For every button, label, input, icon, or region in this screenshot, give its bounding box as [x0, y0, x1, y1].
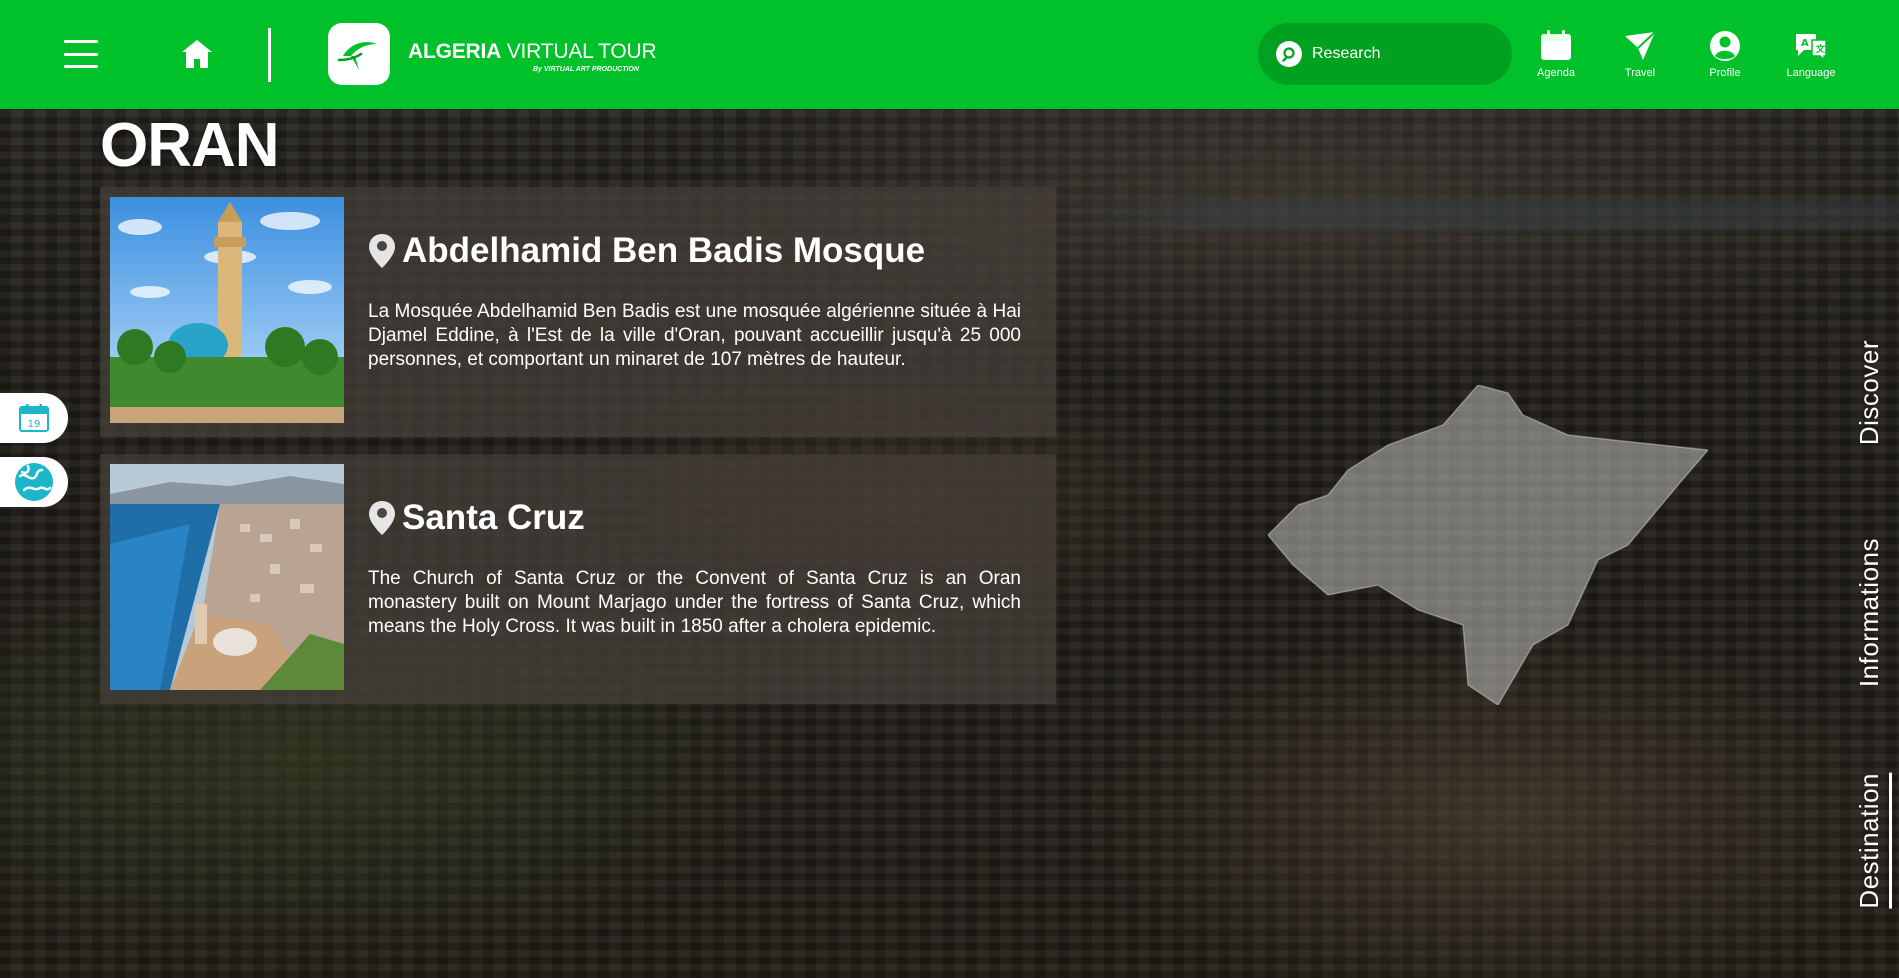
tab-destination[interactable]: Destination — [1854, 773, 1892, 909]
globe-icon — [15, 463, 53, 501]
hamburger-menu-icon[interactable] — [64, 40, 98, 68]
search-input[interactable] — [1312, 45, 1482, 63]
brand-subtitle: By VIRTUAL ART PRODUCTION — [533, 66, 639, 73]
header-divider — [268, 28, 271, 82]
globe-side-button[interactable] — [0, 457, 68, 507]
nav-travel-label: Travel — [1624, 67, 1656, 79]
nav-agenda-label: Agenda — [1537, 67, 1575, 79]
search-icon — [1276, 41, 1302, 67]
nav-profile-label: Profile — [1709, 67, 1741, 79]
region-map-shape[interactable] — [1268, 385, 1708, 705]
brand-title-bold: ALGERIA — [408, 40, 502, 63]
svg-text:A: A — [1801, 38, 1809, 49]
location-pin-icon — [369, 501, 395, 535]
tab-discover[interactable]: Discover — [1854, 340, 1885, 445]
location-pin-icon — [369, 234, 395, 268]
brand-logo-icon — [337, 42, 377, 70]
nav-language[interactable]: A文 Language — [1769, 30, 1853, 79]
search-bar[interactable] — [1258, 23, 1512, 85]
place-card-santa-cruz[interactable]: Santa Cruz The Church of Santa Cruz or t… — [100, 454, 1056, 704]
place-description: La Mosquée Abdelhamid Ben Badis est une … — [368, 301, 1021, 370]
place-card-mosque[interactable]: Abdelhamid Ben Badis Mosque La Mosquée A… — [100, 187, 1056, 437]
nav-profile[interactable]: Profile — [1683, 30, 1767, 79]
place-description: The Church of Santa Cruz or the Convent … — [368, 568, 1021, 637]
place-name-text: Santa Cruz — [402, 498, 585, 537]
calendar-icon: 19 — [19, 404, 49, 432]
svg-text:文: 文 — [1815, 43, 1826, 55]
calendar-day: 19 — [28, 419, 41, 430]
top-navigation-bar: ALGERIA VIRTUAL TOUR By VIRTUAL ART PROD… — [0, 0, 1899, 109]
santa-cruz-thumbnail — [110, 464, 344, 690]
nav-travel[interactable]: Travel — [1598, 30, 1682, 79]
agenda-side-button[interactable]: 19 — [0, 393, 68, 443]
place-name-text: Abdelhamid Ben Badis Mosque — [402, 231, 926, 270]
page-title: ORAN — [100, 111, 280, 180]
brand-title-rest: VIRTUAL TOUR — [501, 40, 657, 63]
translate-icon: A文 — [1794, 30, 1828, 62]
tab-informations[interactable]: Informations — [1854, 538, 1885, 687]
place-name[interactable]: Santa Cruz — [368, 498, 585, 538]
user-icon — [1708, 30, 1742, 62]
place-name[interactable]: Abdelhamid Ben Badis Mosque — [368, 231, 925, 271]
brand-logo[interactable] — [328, 23, 390, 85]
mosque-thumbnail — [110, 197, 344, 423]
nav-language-label: Language — [1786, 67, 1836, 79]
brand-name: ALGERIA VIRTUAL TOUR By VIRTUAL ART PROD… — [408, 40, 657, 73]
calendar-icon — [1539, 30, 1573, 62]
paper-plane-icon — [1623, 30, 1657, 62]
home-icon[interactable] — [180, 38, 214, 70]
nav-agenda[interactable]: Agenda — [1514, 30, 1598, 79]
